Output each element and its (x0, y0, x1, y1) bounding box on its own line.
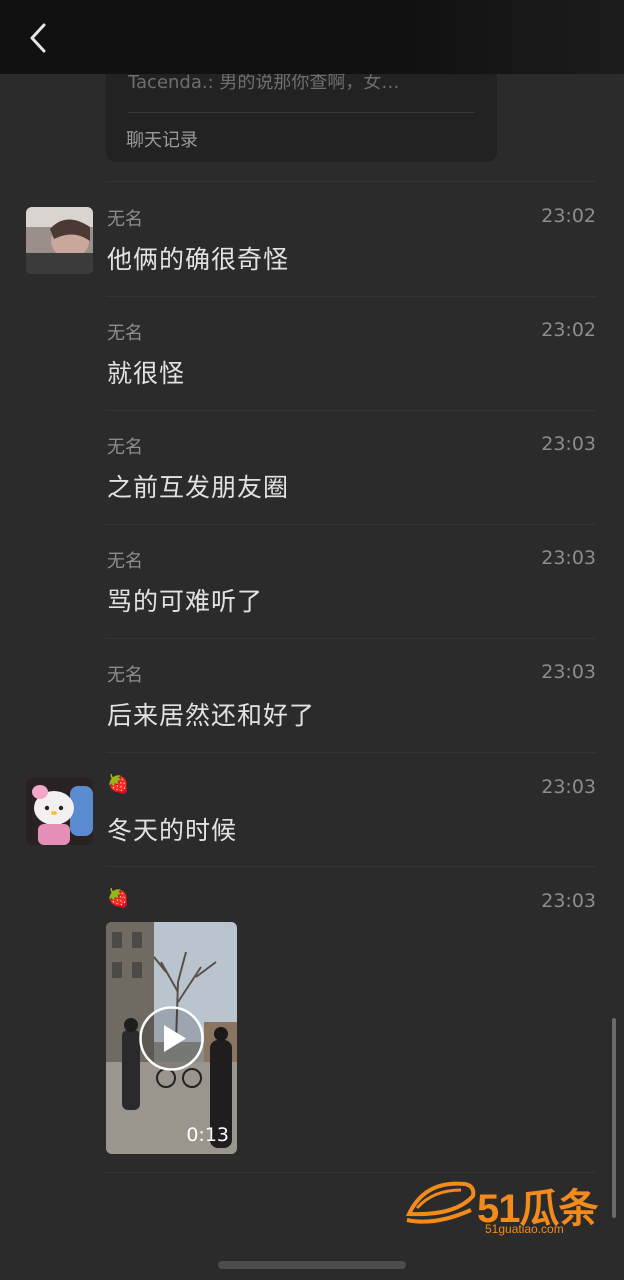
message-text: 之前互发朋友圈 (107, 473, 290, 502)
message-item[interactable]: 🍓 23:03 冬天的时候 (0, 766, 624, 866)
timestamp: 23:02 (541, 319, 596, 341)
video-duration: 0:13 (186, 1124, 229, 1146)
video-message[interactable]: 0:13 (106, 922, 237, 1154)
home-indicator[interactable] (218, 1261, 406, 1269)
scrollbar[interactable] (612, 1018, 616, 1218)
melon-icon (405, 1181, 476, 1224)
title-area (414, 0, 624, 74)
sender-name: 无名 (107, 551, 143, 572)
sender-name: 无名 (107, 323, 143, 344)
sender-name: 无名 (107, 437, 143, 458)
divider (106, 410, 596, 411)
divider (106, 524, 596, 525)
message-item[interactable]: 无名 23:02 就很怪 (0, 309, 624, 409)
avatar[interactable] (26, 778, 93, 845)
sender-name: 无名 (107, 209, 143, 230)
sender-name: 🍓 (107, 888, 130, 909)
message-text: 他俩的确很奇怪 (107, 245, 290, 274)
divider (106, 1172, 596, 1173)
back-button[interactable] (18, 18, 58, 58)
chevron-left-icon (30, 23, 46, 53)
sender-name: 无名 (107, 665, 143, 686)
message-item[interactable]: 无名 23:03 骂的可难听了 (0, 537, 624, 637)
watermark-url: 51guatiao.com (485, 1222, 564, 1236)
timestamp: 23:02 (541, 205, 596, 227)
message-text: 后来居然还和好了 (107, 701, 316, 730)
divider (128, 112, 475, 113)
watermark-logo: 51瓜条 51guatiao.com (405, 1176, 610, 1242)
message-item[interactable]: 无名 23:02 他俩的确很奇怪 (0, 195, 624, 295)
message-item: 🍓 23:03 (0, 880, 624, 920)
sender-name: 🍓 (107, 774, 130, 795)
message-text: 骂的可难听了 (107, 587, 264, 616)
avatar[interactable] (26, 207, 93, 274)
divider (106, 296, 596, 297)
divider (106, 638, 596, 639)
play-icon[interactable] (138, 1005, 205, 1072)
message-item[interactable]: 无名 23:03 之前互发朋友圈 (0, 423, 624, 523)
top-bar (0, 0, 624, 74)
timestamp: 23:03 (541, 776, 596, 798)
divider (106, 866, 596, 867)
timestamp: 23:03 (541, 661, 596, 683)
divider (106, 181, 596, 182)
message-item[interactable]: 无名 23:03 后来居然还和好了 (0, 651, 624, 751)
message-text: 冬天的时候 (107, 816, 238, 845)
divider (106, 752, 596, 753)
timestamp: 23:03 (541, 547, 596, 569)
timestamp: 23:03 (541, 433, 596, 455)
timestamp: 23:03 (541, 890, 596, 912)
message-text: 就很怪 (107, 359, 186, 388)
chat-history-label: 聊天记录 (126, 130, 198, 151)
